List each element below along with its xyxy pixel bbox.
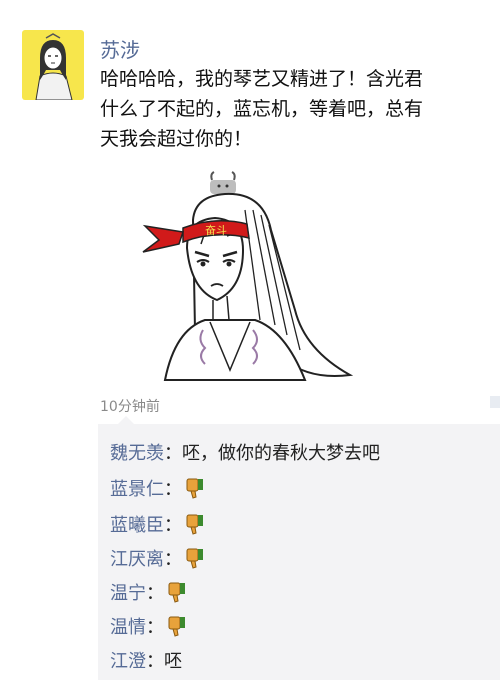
comment-author[interactable]: 蓝景仁 [110, 475, 164, 501]
post-timestamp: 10分钟前 [100, 399, 160, 415]
comments-panel: 魏无羡 ： 呸，做你的春秋大梦去吧 蓝景仁 ： 蓝曦臣 ： 江厌离 ： 温宁 ：… [98, 424, 500, 680]
post-text-line: 哈哈哈哈，我的琴艺又精进了！含光君 [100, 68, 424, 90]
comment-author[interactable]: 温情 [110, 613, 146, 639]
thumbs-down-icon [168, 616, 185, 637]
more-options-button[interactable] [490, 396, 500, 408]
comment-author[interactable]: 蓝曦臣 [110, 511, 164, 537]
headband-text: 奋斗 [205, 223, 227, 237]
comment-separator: ： [164, 549, 182, 570]
comment-separator: ： [164, 443, 182, 464]
avatar[interactable] [22, 30, 84, 100]
comment-separator: ： [164, 515, 182, 536]
comment-item[interactable]: 蓝曦臣 ： [110, 508, 204, 540]
comment-separator: ： [146, 617, 164, 638]
thumbs-down-icon [186, 478, 203, 499]
comment-author[interactable]: 江澄 [110, 647, 146, 673]
comment-separator: ： [164, 479, 182, 500]
thumbs-down-icon [186, 514, 203, 535]
comment-item[interactable]: 魏无羡 ： 呸，做你的春秋大梦去吧 [110, 436, 380, 468]
avatar-figure-icon [35, 33, 73, 100]
comment-item[interactable]: 江澄 ： 呸 [110, 644, 182, 676]
post-author-name[interactable]: 苏涉 [100, 34, 140, 63]
cartoon-character-image: 奋斗 [142, 171, 354, 381]
comment-text: 呸 [164, 651, 182, 672]
comment-item[interactable]: 江厌离 ： [110, 542, 204, 574]
comments-caret [118, 416, 134, 424]
post-text-line: 天我会超过你的！ [100, 128, 253, 150]
comment-author[interactable]: 魏无羡 [110, 439, 164, 465]
comment-author[interactable]: 江厌离 [110, 545, 164, 571]
ox-icon [210, 171, 236, 194]
thumbs-down-icon [186, 548, 203, 569]
comment-item[interactable]: 蓝景仁 ： [110, 472, 204, 504]
post-text: 哈哈哈哈，我的琴艺又精进了！含光君 什么了不起的，蓝忘机，等着吧，总有 天我会超… [100, 64, 500, 154]
comment-separator: ： [146, 651, 164, 672]
comment-item[interactable]: 温情 ： [110, 610, 186, 642]
post-text-line: 什么了不起的，蓝忘机，等着吧，总有 [100, 98, 424, 120]
comment-separator: ： [146, 583, 164, 604]
comment-item[interactable]: 温宁 ： [110, 576, 186, 608]
comment-author[interactable]: 温宁 [110, 579, 146, 605]
comment-text: 呸，做你的春秋大梦去吧 [182, 443, 380, 464]
post-image[interactable]: 奋斗 [135, 160, 375, 390]
thumbs-down-icon [168, 582, 185, 603]
